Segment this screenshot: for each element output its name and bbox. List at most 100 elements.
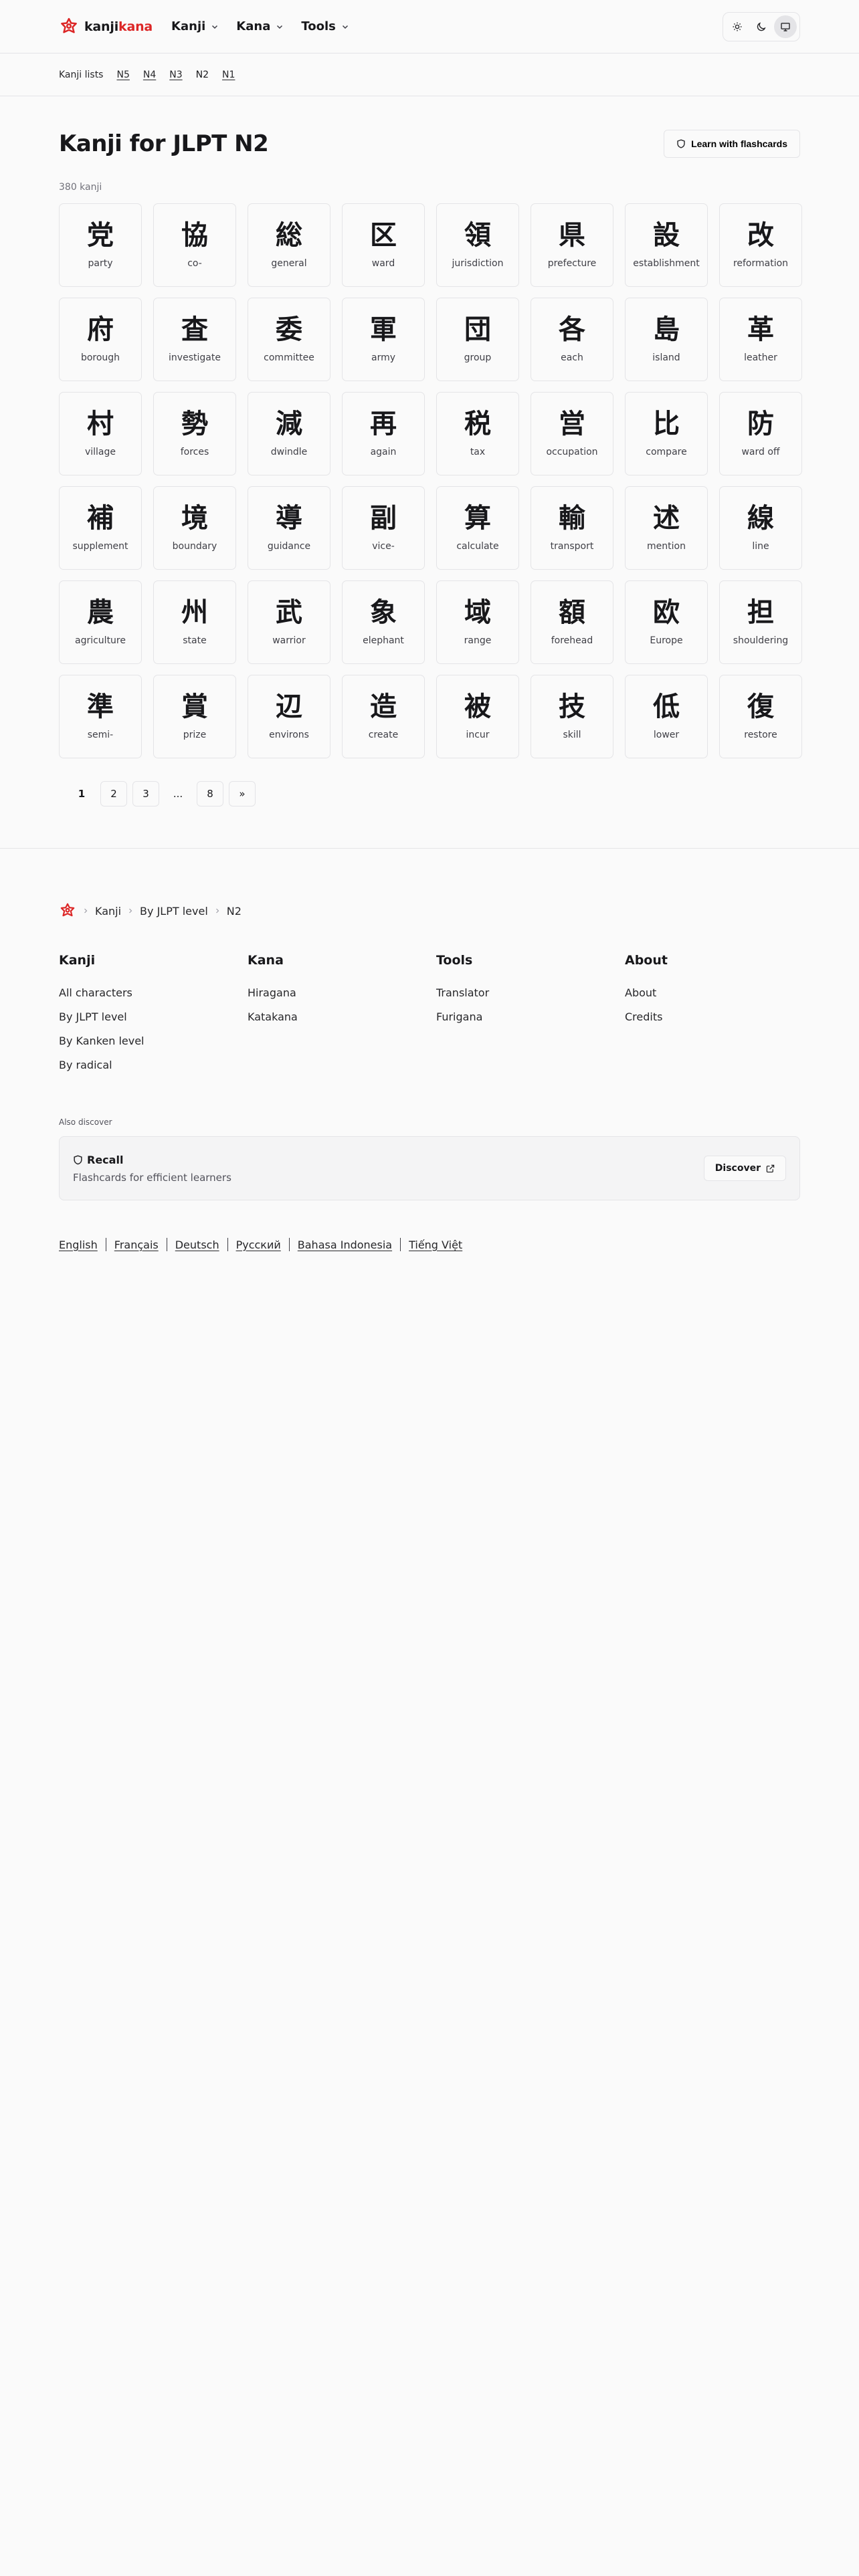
level-link-n4[interactable]: N4 [143, 70, 156, 80]
learn-with-flashcards-button[interactable]: Learn with flashcards [664, 130, 800, 158]
theme-light-button[interactable] [726, 15, 749, 38]
kanji-character: 軍 [370, 314, 397, 345]
kanji-card[interactable]: 党 party [59, 203, 142, 287]
kanji-character: 技 [559, 691, 585, 722]
kanji-card[interactable]: 島 island [625, 298, 708, 381]
kanji-card[interactable]: 勢 forces [153, 392, 236, 475]
theme-dark-button[interactable] [750, 15, 773, 38]
kanji-character: 税 [464, 408, 491, 439]
kanji-meaning: forces [180, 446, 209, 457]
kanji-card[interactable]: 導 guidance [248, 486, 330, 570]
kanji-card[interactable]: 補 supplement [59, 486, 142, 570]
kanji-card[interactable]: 線 line [719, 486, 802, 570]
nav-kanji-menu[interactable]: Kanji [171, 19, 219, 33]
kanji-card[interactable]: 比 compare [625, 392, 708, 475]
kanji-card[interactable]: 欧 Europe [625, 580, 708, 664]
kanji-character: 復 [747, 691, 774, 722]
language-link[interactable]: Deutsch [175, 1239, 219, 1251]
footer-link-katakana[interactable]: Katakana [248, 1010, 436, 1023]
kanji-card[interactable]: 州 state [153, 580, 236, 664]
kanji-card[interactable]: 担 shouldering [719, 580, 802, 664]
kanji-card[interactable]: 減 dwindle [248, 392, 330, 475]
kanji-card[interactable]: 団 group [436, 298, 519, 381]
language-link[interactable]: English [59, 1239, 98, 1251]
kanji-character: 線 [747, 502, 774, 534]
level-link-n3[interactable]: N3 [169, 70, 182, 80]
kanji-card[interactable]: 設 establishment [625, 203, 708, 287]
nav-kana-menu[interactable]: Kana [236, 19, 284, 33]
kanji-card[interactable]: 委 committee [248, 298, 330, 381]
kanji-card[interactable]: 造 create [342, 675, 425, 758]
kanji-card[interactable]: 述 mention [625, 486, 708, 570]
footer-link-about[interactable]: About [625, 986, 814, 999]
language-link[interactable]: Bahasa Indonesia [298, 1239, 392, 1251]
flower-logo-icon[interactable] [59, 902, 76, 920]
pagination-page[interactable]: 2 [100, 781, 127, 807]
kanji-card[interactable]: 改 reformation [719, 203, 802, 287]
kanji-card[interactable]: 税 tax [436, 392, 519, 475]
nav-tools-menu[interactable]: Tools [301, 19, 349, 33]
level-link-n1[interactable]: N1 [222, 70, 235, 80]
footer-heading-tools: Tools [436, 953, 473, 968]
language-link[interactable]: Tiếng Việt [409, 1239, 462, 1251]
footer-link-by-kanken-level[interactable]: By Kanken level [59, 1035, 248, 1047]
kanji-character: 導 [276, 502, 302, 534]
level-link-n5[interactable]: N5 [116, 70, 129, 80]
language-separator [227, 1238, 228, 1251]
chevron-down-icon [212, 25, 218, 29]
kanji-card[interactable]: 府 borough [59, 298, 142, 381]
kanji-card[interactable]: 農 agriculture [59, 580, 142, 664]
kanji-card[interactable]: 境 boundary [153, 486, 236, 570]
breadcrumb-by-jlpt-level[interactable]: By JLPT level [140, 905, 208, 918]
kanji-card[interactable]: 村 village [59, 392, 142, 475]
kanji-card[interactable]: 算 calculate [436, 486, 519, 570]
pagination-page[interactable]: 3 [132, 781, 159, 807]
kanji-card[interactable]: 再 again [342, 392, 425, 475]
kanji-card[interactable]: 技 skill [531, 675, 613, 758]
footer-link-by-radical[interactable]: By radical [59, 1059, 248, 1071]
kanji-card[interactable]: 協 co- [153, 203, 236, 287]
kanji-card[interactable]: 防 ward off [719, 392, 802, 475]
pagination-next-button[interactable]: » [229, 781, 256, 807]
kanji-card[interactable]: 営 occupation [531, 392, 613, 475]
discover-button[interactable]: Discover [703, 1156, 786, 1181]
kanji-card[interactable]: 総 general [248, 203, 330, 287]
breadcrumb-kanji[interactable]: Kanji [95, 905, 121, 918]
language-link[interactable]: Français [114, 1239, 159, 1251]
pagination: 1 2 3... 8» [68, 781, 800, 807]
footer-link-translator[interactable]: Translator [436, 986, 625, 999]
kanji-card[interactable]: 域 range [436, 580, 519, 664]
footer-link-by-jlpt-level[interactable]: By JLPT level [59, 1010, 248, 1023]
logo-link[interactable]: kanjikana [59, 17, 153, 37]
language-link[interactable]: Русский [236, 1239, 281, 1251]
kanji-card[interactable]: 輸 transport [531, 486, 613, 570]
pagination-page[interactable]: 8 [197, 781, 223, 807]
kanji-character: 農 [87, 597, 114, 628]
kanji-card[interactable]: 額 forehead [531, 580, 613, 664]
kanji-card[interactable]: 被 incur [436, 675, 519, 758]
kanji-card[interactable]: 低 lower [625, 675, 708, 758]
kanji-card[interactable]: 査 investigate [153, 298, 236, 381]
kanji-meaning: calculate [456, 540, 499, 552]
kanji-character: 党 [87, 219, 114, 251]
kanji-card[interactable]: 区 ward [342, 203, 425, 287]
footer-link-credits[interactable]: Credits [625, 1010, 814, 1023]
kanji-card[interactable]: 賞 prize [153, 675, 236, 758]
kanji-card[interactable]: 軍 army [342, 298, 425, 381]
theme-system-button[interactable] [774, 15, 797, 38]
kanji-meaning: tax [470, 446, 486, 457]
kanji-card[interactable]: 辺 environs [248, 675, 330, 758]
footer-link-hiragana[interactable]: Hiragana [248, 986, 436, 999]
kanji-card[interactable]: 県 prefecture [531, 203, 613, 287]
kanji-card[interactable]: 副 vice- [342, 486, 425, 570]
footer-link-furigana[interactable]: Furigana [436, 1010, 625, 1023]
kanji-card[interactable]: 領 jurisdiction [436, 203, 519, 287]
kanji-card[interactable]: 各 each [531, 298, 613, 381]
kanji-card[interactable]: 革 leather [719, 298, 802, 381]
kanji-card[interactable]: 象 elephant [342, 580, 425, 664]
footer-link-all-characters[interactable]: All characters [59, 986, 248, 999]
kanji-card[interactable]: 武 warrior [248, 580, 330, 664]
kanji-card[interactable]: 準 semi- [59, 675, 142, 758]
kanji-card[interactable]: 復 restore [719, 675, 802, 758]
kanji-character: 営 [559, 408, 585, 439]
